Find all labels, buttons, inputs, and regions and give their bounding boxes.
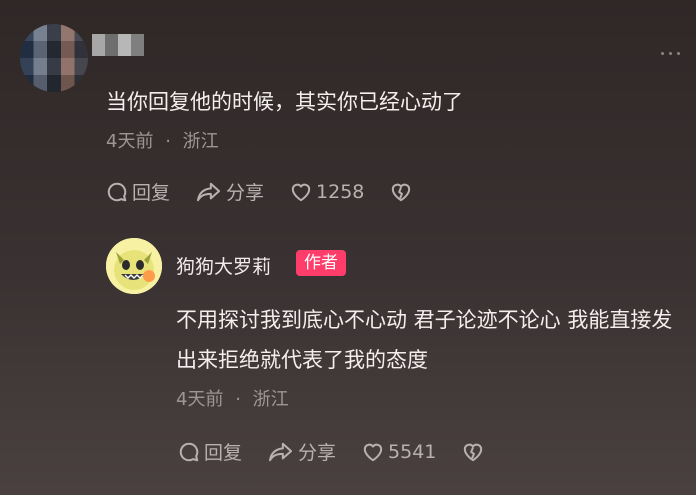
share-label: 分享 <box>298 442 337 464</box>
reply-bubble-icon <box>179 442 199 461</box>
share-arrow-icon <box>197 182 221 201</box>
reply-dislike-button[interactable] <box>462 442 484 462</box>
reply-meta: 4天前 · 浙江 <box>176 385 289 411</box>
like-count: 5541 <box>388 440 437 463</box>
heart-icon <box>363 443 383 461</box>
dislike-button[interactable] <box>390 182 412 202</box>
author-badge: 作者 <box>296 250 346 276</box>
reply-like-button[interactable]: 5541 <box>362 441 436 463</box>
reply-time: 4天前 <box>176 389 224 410</box>
reply-location: 浙江 <box>252 389 289 410</box>
like-button[interactable]: 1258 <box>290 181 364 203</box>
more-options-icon[interactable] <box>661 52 680 55</box>
comment-time: 4天前 <box>106 131 154 152</box>
commenter-avatar[interactable] <box>20 24 88 92</box>
reply-text: 不用探讨我到底心不心动 君子论迹不论心 我能直接发出来拒绝就代表了我的态度 <box>176 308 673 372</box>
comment-text: 当你回复他的时候，其实你已经心动了 <box>106 90 463 114</box>
author-avatar[interactable] <box>106 238 162 294</box>
share-button[interactable]: 分享 <box>196 178 264 205</box>
reply-label: 回复 <box>132 182 171 204</box>
reply-button[interactable]: 回复 <box>106 178 170 205</box>
comment-location: 浙江 <box>182 131 219 152</box>
reply-actions: 回复 分享 5541 <box>178 438 510 465</box>
meta-separator: · <box>165 131 171 152</box>
broken-heart-icon <box>392 183 411 201</box>
comment-meta: 4天前 · 浙江 <box>106 127 219 153</box>
reply-bubble-icon <box>107 182 127 201</box>
author-username[interactable]: 狗狗大罗莉 <box>176 252 271 279</box>
share-label: 分享 <box>226 182 265 204</box>
meta-separator: · <box>235 389 241 410</box>
reply-reply-button[interactable]: 回复 <box>178 438 242 465</box>
broken-heart-icon <box>464 443 483 461</box>
reply-label: 回复 <box>204 442 243 464</box>
comment-actions: 回复 分享 1258 <box>106 178 438 205</box>
reply-share-button[interactable]: 分享 <box>268 438 336 465</box>
share-arrow-icon <box>269 442 293 461</box>
commenter-name-blurred[interactable] <box>92 34 144 56</box>
heart-icon <box>291 183 311 201</box>
like-count: 1258 <box>316 180 365 203</box>
